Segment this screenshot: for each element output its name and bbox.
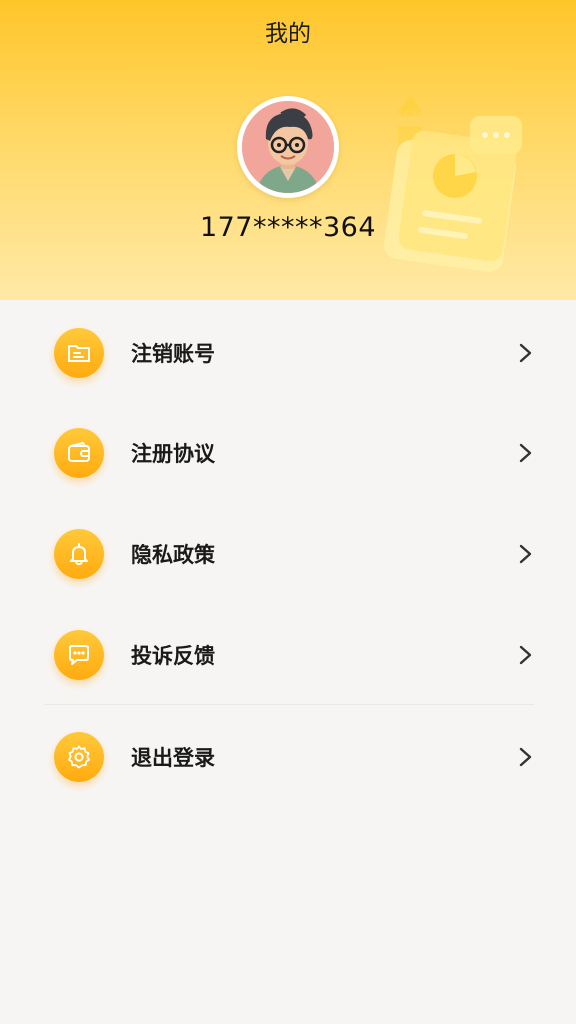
avatar-image [242,101,334,193]
document-illustration [384,96,522,272]
chevron-right-icon [519,343,532,363]
chevron-right-icon [519,544,532,564]
menu-item-label: 注册协议 [131,442,215,466]
chevron-right-icon [519,645,532,665]
menu-item-cancel-account[interactable]: 注销账号 [0,302,576,402]
chat-bubble-icon [69,645,89,665]
id-card-icon [68,345,90,362]
menu-item-registration-agreement[interactable]: 注册协议 [0,402,576,502]
menu-item-label: 隐私政策 [131,543,215,567]
gear-icon [68,745,90,769]
chevron-right-icon [519,443,532,463]
profile-header: 我的 177*****364 [0,0,576,300]
chevron-right-icon [519,747,532,767]
menu-item-label: 注销账号 [131,342,215,366]
user-phone: 177*****364 [199,212,377,243]
menu-item-complaint-feedback[interactable]: 投诉反馈 [0,604,576,704]
bell-icon [70,543,88,566]
wallet-icon [68,442,90,462]
menu-item-logout[interactable]: 退出登录 [0,706,576,806]
avatar[interactable] [237,96,339,198]
menu-item-label: 退出登录 [131,746,215,770]
menu-item-label: 投诉反馈 [131,644,215,668]
menu-item-privacy-policy[interactable]: 隐私政策 [0,503,576,603]
page-title: 我的 [265,21,311,47]
menu-divider [44,704,534,705]
